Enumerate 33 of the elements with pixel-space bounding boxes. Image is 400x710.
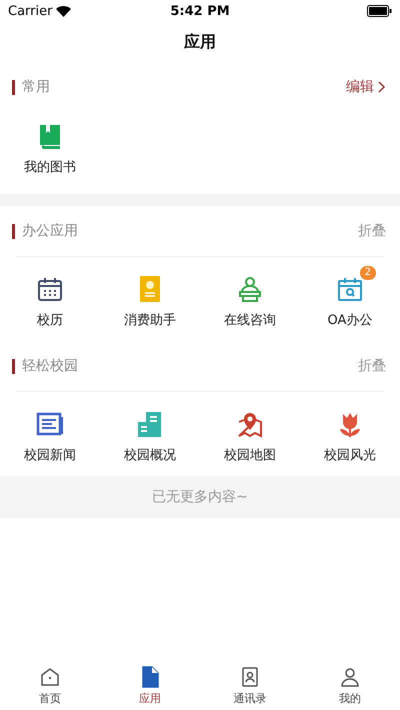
home-icon — [39, 666, 61, 688]
tab-bar-item[interactable]: 通讯录 — [200, 662, 300, 710]
app-item[interactable]: 我的图书 — [0, 112, 100, 176]
status-time: 5:42 PM — [170, 4, 230, 18]
building-icon — [136, 410, 164, 438]
app-item[interactable]: 2 OA办公 — [300, 265, 400, 329]
calendar-search-icon — [336, 275, 364, 303]
section-title: 轻松校园 — [22, 357, 78, 375]
map-pin-icon — [236, 410, 264, 438]
section-title: 办公应用 — [22, 222, 78, 240]
chevron-right-icon — [378, 81, 386, 93]
app-item[interactable]: 在线咨询 — [200, 265, 300, 329]
end-of-list-text: 已无更多内容~ — [152, 488, 248, 506]
app-item[interactable]: 校历 — [0, 265, 100, 329]
tab-bar-item[interactable]: 应用 — [100, 662, 200, 710]
tab-bar-item[interactable]: 首页 — [0, 662, 100, 710]
edit-link[interactable]: 编辑 — [346, 78, 386, 96]
page-title: 应用 — [184, 32, 216, 52]
app-item[interactable]: 校园概况 — [100, 400, 200, 464]
battery-icon — [366, 5, 392, 17]
newspaper-icon — [36, 410, 64, 438]
carrier-name: Carrier — [8, 4, 52, 18]
calendar-icon — [36, 275, 64, 303]
wifi-icon — [56, 6, 72, 16]
app-item[interactable]: 消费助手 — [100, 265, 200, 329]
count-badge: 2 — [360, 266, 376, 280]
person-icon — [339, 666, 361, 688]
app-item[interactable]: 校园风光 — [300, 400, 400, 464]
section-title: 常用 — [22, 78, 50, 96]
app-item[interactable]: 校园地图 — [200, 400, 300, 464]
tab-bar-item[interactable]: 我的 — [300, 662, 400, 710]
app-item[interactable]: 校园新闻 — [0, 400, 100, 464]
person-at-desk-icon — [236, 275, 264, 303]
